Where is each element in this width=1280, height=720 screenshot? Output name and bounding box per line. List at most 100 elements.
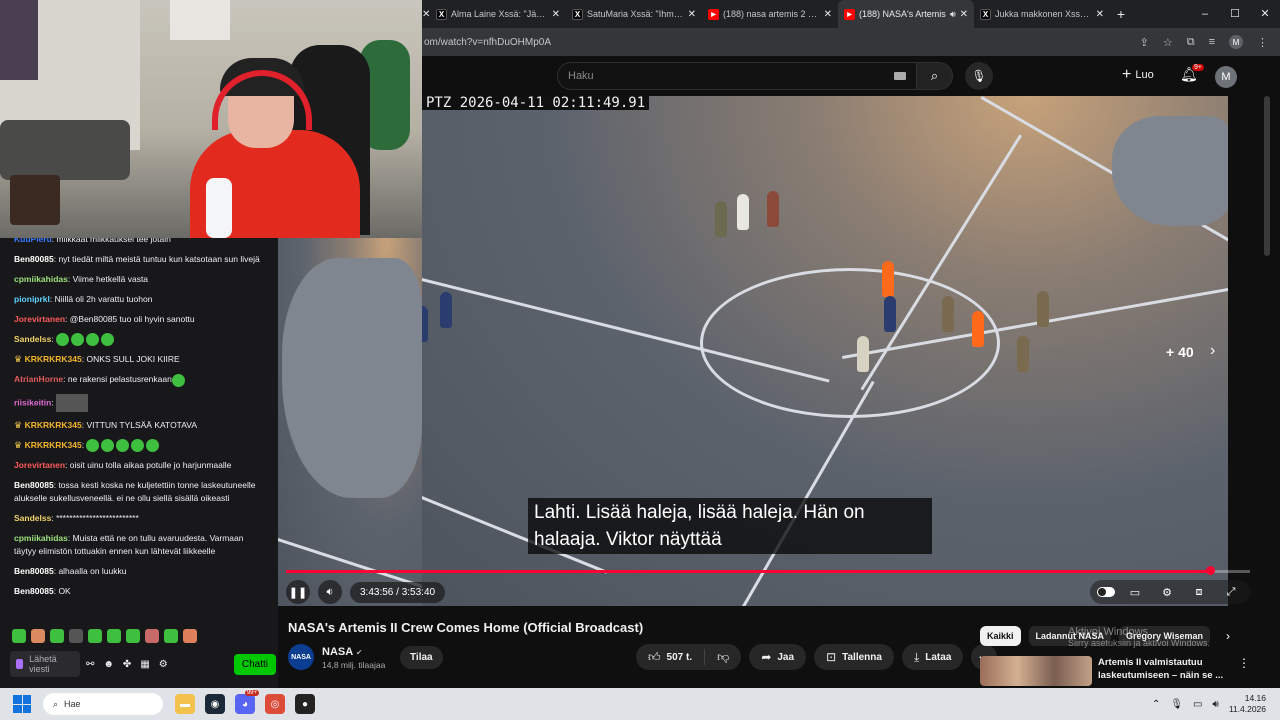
minimize-button[interactable]: –	[1190, 0, 1220, 28]
bookmark-star-icon[interactable]: ☆	[1163, 36, 1173, 49]
chrome-icon[interactable]: ◎	[265, 694, 285, 714]
chat-username[interactable]: Ben80085	[14, 586, 54, 596]
close-icon[interactable]: ✕	[824, 9, 832, 20]
keyboard-icon[interactable]	[894, 72, 906, 80]
close-icon[interactable]: ✕	[552, 9, 560, 20]
taskbar-search[interactable]: ⌕ Hae	[43, 693, 163, 715]
emote-picker-icon[interactable]: ☻	[103, 659, 114, 670]
chat-username[interactable]: cpmiikahidas	[14, 274, 68, 284]
tab-1[interactable]: X SatuMaria Xssä: "Ihmiset ✕	[566, 0, 702, 28]
chat-username[interactable]: AtrianHorne	[14, 374, 63, 384]
tab-0[interactable]: X Alma Laine Xssä: "Jättimä ✕	[430, 0, 566, 28]
channel-points-icon[interactable]: ✤	[123, 659, 131, 670]
more-vertical-icon[interactable]: ⋮	[1238, 656, 1250, 670]
chat-send-button[interactable]: Chatti	[233, 653, 276, 675]
settings-gear-icon[interactable]: ⚙︎	[1154, 580, 1180, 604]
media-control-icon[interactable]: ≡	[1209, 36, 1215, 48]
youtube-avatar[interactable]: M	[1215, 66, 1237, 88]
bits-icon[interactable]	[16, 659, 24, 669]
hype-icon[interactable]: ⚯	[86, 659, 94, 670]
close-window-button[interactable]: ✕	[1250, 0, 1280, 28]
close-icon[interactable]: ✕	[688, 9, 696, 20]
obs-icon[interactable]: ●	[295, 694, 315, 714]
emote-icon[interactable]	[12, 629, 26, 643]
browser-profile-avatar[interactable]: M	[1229, 35, 1243, 49]
voice-search-button[interactable]: 🎙︎	[965, 62, 993, 90]
pause-button[interactable]: ❚❚	[286, 580, 310, 604]
tab-4[interactable]: X Jukka makkonen Xssä: "I ✕	[974, 0, 1110, 28]
fullscreen-icon[interactable]: ⤢	[1218, 580, 1244, 604]
video-progress-bar[interactable]	[286, 566, 1250, 575]
chat-username[interactable]: Ben80085	[14, 566, 54, 576]
page-scrollbar[interactable]	[1264, 96, 1270, 256]
mic-icon[interactable]: 🎙︎	[1170, 699, 1183, 710]
more-videos-count[interactable]: + 40	[1166, 344, 1194, 360]
close-icon[interactable]: ✕	[960, 9, 968, 20]
chat-username[interactable]: Jorevirtanen	[14, 460, 65, 470]
chat-username[interactable]: pioniprkl	[14, 294, 50, 304]
search-button[interactable]: ⌕	[917, 62, 953, 90]
chevron-right-icon[interactable]: ›	[1226, 629, 1230, 643]
chat-username[interactable]: KRKRKRK345	[25, 354, 82, 364]
chat-username[interactable]: KRKRKRK345	[25, 440, 82, 450]
video-player[interactable]: PTZ 2026-04-11 02:11:49.91 Lahti. Lisää …	[422, 96, 1228, 606]
autoplay-toggle[interactable]	[1096, 580, 1116, 604]
emote-icon[interactable]	[126, 629, 140, 643]
search-input[interactable]: Haku	[557, 62, 917, 90]
install-app-icon[interactable]: ⇪	[1140, 36, 1149, 49]
chat-username[interactable]: Jorevirtanen	[14, 314, 65, 324]
recommended-video-title[interactable]: Artemis II valmistautuu laskeutumiseen –…	[1098, 656, 1248, 682]
chat-username[interactable]: Ben80085	[14, 254, 54, 264]
chat-settings-icon[interactable]: ⚙︎	[159, 659, 168, 670]
save-button[interactable]: ⊡ Tallenna	[814, 644, 894, 670]
channel-name[interactable]: NASA ✔	[322, 646, 363, 658]
windows-start-icon[interactable]	[13, 695, 31, 713]
like-button[interactable]: 👍︎ 507 t.	[636, 644, 704, 670]
volume-icon[interactable]: 🔊︎	[1213, 699, 1219, 710]
emote-icon[interactable]	[164, 629, 178, 643]
discord-icon[interactable]: ◕ 99+	[235, 690, 259, 714]
download-button[interactable]: ⤓ Lataa	[901, 644, 964, 670]
chat-username[interactable]: cpmiikahidas	[14, 533, 68, 543]
chat-username[interactable]: riisikeitin	[14, 397, 51, 407]
file-explorer-icon[interactable]: ▬	[175, 694, 195, 714]
chat-username[interactable]: Sandelss	[14, 334, 51, 344]
create-button[interactable]: + Luo	[1122, 66, 1154, 84]
extensions-icon[interactable]: ⧉	[1187, 36, 1195, 49]
emote-icon[interactable]	[107, 629, 121, 643]
chat-input[interactable]: Lähetä viesti	[10, 651, 80, 677]
network-icon[interactable]: ▭	[1193, 699, 1202, 710]
speaker-icon[interactable]: 🔊︎	[950, 9, 956, 20]
progress-scrubber[interactable]	[1205, 566, 1215, 575]
share-button[interactable]: ➦ Jaa	[749, 644, 807, 670]
dislike-button[interactable]: 👎︎	[705, 644, 741, 670]
maximize-button[interactable]: ☐	[1220, 0, 1250, 28]
chat-username[interactable]: Sandelss	[14, 513, 51, 523]
emote-icon[interactable]	[50, 629, 64, 643]
emote-icon[interactable]	[145, 629, 159, 643]
chevron-right-icon[interactable]: ›	[1210, 342, 1215, 360]
miniplayer-icon[interactable]: ⧈	[1186, 580, 1212, 604]
video-left-extension[interactable]	[278, 238, 422, 606]
chip-all[interactable]: Kaikki	[980, 626, 1021, 646]
steam-icon[interactable]: ◉	[205, 694, 225, 714]
chat-username[interactable]: KuuPieru	[14, 238, 52, 244]
url-field[interactable]: om/watch?v=nfhDuOHMp0A	[422, 37, 1140, 48]
taskbar-clock[interactable]: 14.16 11.4.2026	[1229, 693, 1266, 715]
tab-overflow[interactable]: ✕	[422, 0, 430, 28]
channel-avatar[interactable]: NASA	[288, 644, 314, 670]
chat-username[interactable]: KRKRKRK345	[25, 420, 82, 430]
volume-button[interactable]: 🔉︎	[318, 580, 342, 604]
emote-icon[interactable]	[88, 629, 102, 643]
emote-icon[interactable]	[183, 629, 197, 643]
emote-icon[interactable]	[69, 629, 83, 643]
store-icon[interactable]: ▦	[140, 659, 149, 670]
new-tab-button[interactable]: +	[1110, 6, 1132, 22]
chat-username[interactable]: Ben80085	[14, 480, 54, 490]
chevron-up-icon[interactable]: ⌃	[1152, 699, 1160, 710]
subtitles-icon[interactable]: ▭	[1122, 580, 1148, 604]
tab-2[interactable]: ▶ (188) nasa artemis 2 - Yo ✕	[702, 0, 838, 28]
close-icon[interactable]: ✕	[1096, 9, 1104, 20]
recommended-video-thumbnail[interactable]	[980, 656, 1092, 686]
recommended-video[interactable]: Artemis II valmistautuu laskeutumiseen –…	[980, 656, 1270, 688]
